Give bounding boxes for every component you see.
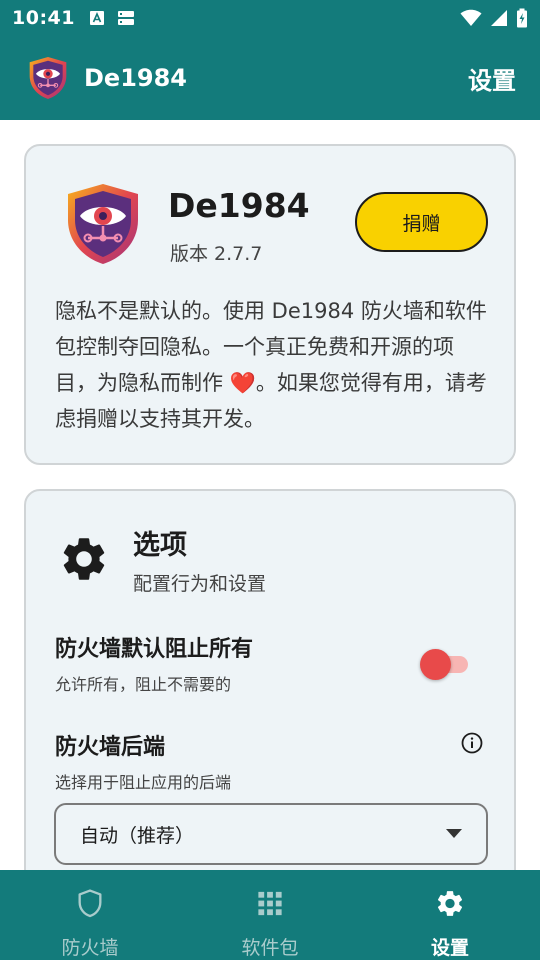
backend-subtitle: 选择用于阻止应用的后端 xyxy=(55,773,232,792)
heart-icon: ❤️ xyxy=(229,371,256,395)
app-title: De1984 xyxy=(84,64,187,92)
options-card: 选项 配置行为和设置 防火墙默认阻止所有 允许所有，阻止不需要的 防火墙后端 选… xyxy=(24,489,516,870)
backend-select[interactable]: 自动（推荐） xyxy=(54,803,488,865)
app-logo-icon xyxy=(29,57,67,99)
options-subtitle: 配置行为和设置 xyxy=(133,573,267,595)
gear-icon xyxy=(437,891,463,916)
wifi-icon xyxy=(460,9,482,26)
nav-packages-label: 软件包 xyxy=(241,937,299,959)
bottom-nav: 防火墙 软件包 设置 xyxy=(0,870,540,960)
status-bar: 10:41 xyxy=(0,0,540,36)
about-app-name: De1984 xyxy=(168,186,310,225)
text-notification-icon xyxy=(89,11,104,25)
app-bar: De1984 设置 xyxy=(0,36,540,120)
nav-firewall[interactable]: 防火墙 xyxy=(0,870,180,960)
about-card: De1984 版本 2.7.7 捐赠 隐私不是默认的。使用 De1984 防火墙… xyxy=(24,144,516,465)
about-version: 版本 2.7.7 xyxy=(170,243,263,265)
grid-icon xyxy=(258,891,282,916)
about-description: 隐私不是默认的。使用 De1984 防火墙和软件包控制夺回隐私。一个真正免费和开… xyxy=(55,293,495,437)
nav-settings-label: 设置 xyxy=(430,937,469,959)
status-time: 10:41 xyxy=(12,7,75,29)
block-all-toggle[interactable] xyxy=(420,646,472,680)
shield-icon xyxy=(78,889,102,918)
backend-select-value: 自动（推荐） xyxy=(80,824,195,847)
info-icon[interactable] xyxy=(460,731,484,755)
nav-packages[interactable]: 软件包 xyxy=(180,870,360,960)
storage-notification-icon xyxy=(117,11,134,25)
block-all-subtitle: 允许所有，阻止不需要的 xyxy=(55,675,232,694)
backend-title: 防火墙后端 xyxy=(55,735,166,760)
nav-firewall-label: 防火墙 xyxy=(61,937,119,959)
settings-title: 设置 xyxy=(468,66,516,95)
dropdown-arrow-icon xyxy=(446,829,462,838)
toggle-thumb xyxy=(420,649,451,680)
about-logo-icon xyxy=(68,184,138,264)
block-all-title: 防火墙默认阻止所有 xyxy=(55,637,254,662)
options-title: 选项 xyxy=(133,530,187,561)
donate-button[interactable]: 捐赠 xyxy=(355,192,488,252)
settings-content[interactable]: De1984 版本 2.7.7 捐赠 隐私不是默认的。使用 De1984 防火墙… xyxy=(0,120,540,870)
status-notification-icons xyxy=(89,10,135,26)
battery-icon xyxy=(517,8,527,28)
gear-icon xyxy=(63,538,105,580)
status-system-icons xyxy=(460,8,528,28)
signal-icon xyxy=(491,10,507,26)
nav-settings[interactable]: 设置 xyxy=(360,870,540,960)
